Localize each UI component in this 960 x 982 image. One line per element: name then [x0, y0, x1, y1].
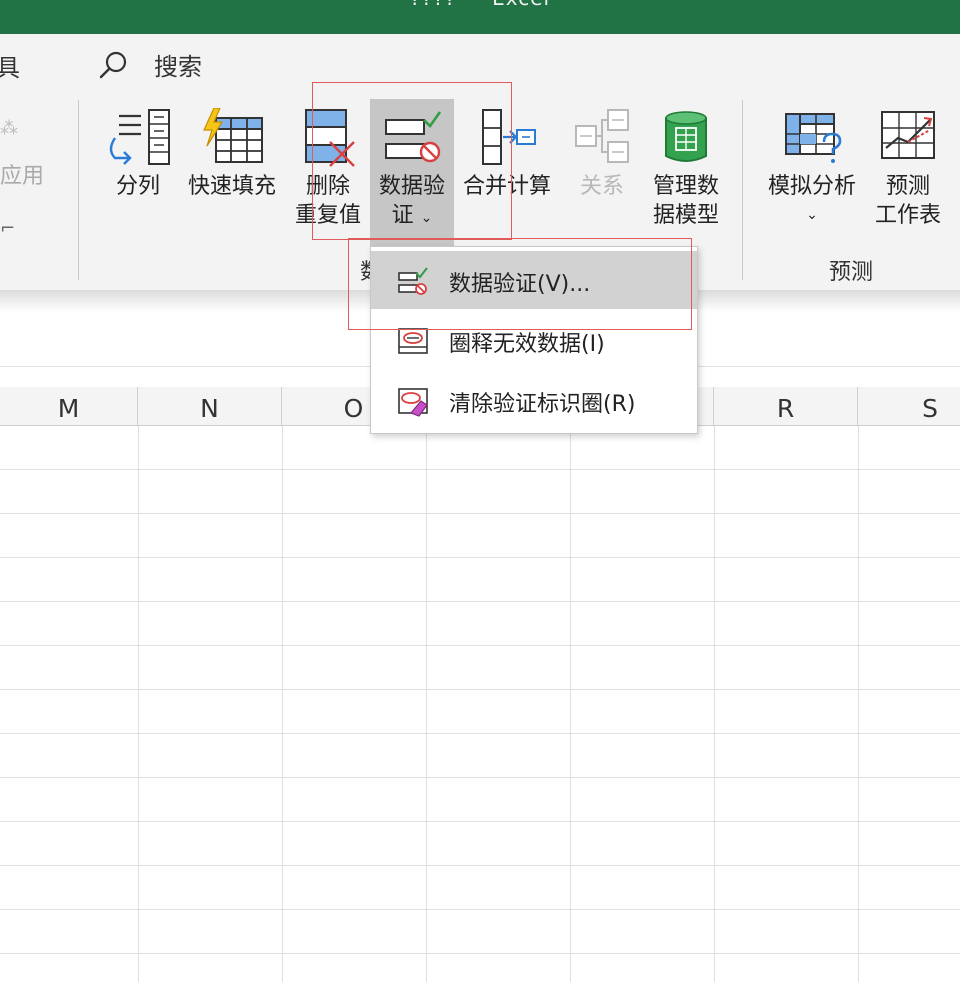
- flash-fill-button[interactable]: 快速填充: [182, 108, 282, 201]
- column-header-m[interactable]: M: [0, 387, 138, 425]
- title-bar: ???? — Excel: [0, 0, 960, 34]
- menu-item-label: 圈释无效数据(I): [449, 332, 605, 357]
- forecast-sheet-label-1: 预测: [885, 174, 930, 199]
- forecast-sheet-button[interactable]: 预测 工作表: [868, 108, 948, 230]
- grid-line: [0, 557, 960, 558]
- grid-line: [0, 953, 960, 954]
- grid-line: [0, 733, 960, 734]
- manage-data-model-label-2: 据模型: [652, 203, 719, 228]
- relationships-label: 关系: [579, 174, 624, 199]
- grid-line: [0, 909, 960, 910]
- reapply-button-partial[interactable]: 应用: [0, 158, 44, 190]
- grid-line: [0, 513, 960, 514]
- partial-icon-2: ⌐: [0, 218, 16, 239]
- remove-duplicates-label-1: 删除: [305, 174, 350, 199]
- consolidate-label: 合并计算: [462, 174, 551, 199]
- what-if-analysis-label: 模拟分析: [767, 174, 856, 199]
- chevron-down-icon: ⌄: [420, 210, 433, 226]
- grid-line: [0, 469, 960, 470]
- grid-line: [714, 426, 715, 982]
- text-to-columns-icon: [109, 109, 170, 165]
- group-separator: [742, 100, 743, 280]
- grid-line: [138, 426, 139, 982]
- relationships-button[interactable]: 关系: [566, 108, 638, 201]
- search-icon[interactable]: [98, 50, 128, 80]
- manage-data-model-button[interactable]: 管理数 据模型: [646, 108, 726, 230]
- menu-item-circle-invalid-data[interactable]: 圈释无效数据(I): [371, 311, 697, 369]
- what-if-analysis-button[interactable]: 模拟分析 ⌄: [760, 108, 864, 230]
- grid-line: [0, 777, 960, 778]
- menu-item-label: 清除验证标识圈(R): [449, 392, 636, 417]
- clear-circles-icon: [398, 388, 428, 417]
- data-model-icon: [665, 111, 707, 162]
- relationships-icon: [575, 109, 629, 163]
- data-validation-button[interactable]: 数据验 证 ⌄: [370, 99, 454, 246]
- menu-item-label: 数据验证(V)...: [449, 272, 591, 297]
- forecast-sheet-label-2: 工作表: [874, 203, 941, 228]
- circle-invalid-icon: [398, 328, 428, 354]
- what-if-analysis-icon: [785, 113, 842, 163]
- flash-fill-label: 快速填充: [187, 174, 276, 199]
- grid-line: [0, 821, 960, 822]
- remove-duplicates-icon: [305, 109, 355, 167]
- cell-grid[interactable]: [0, 426, 960, 982]
- menu-item-data-validation[interactable]: 数据验证(V)...: [371, 251, 697, 309]
- menu-item-clear-validation-circles[interactable]: 清除验证标识圈(R): [371, 371, 697, 429]
- grid-line: [0, 689, 960, 690]
- text-to-columns-label: 分列: [115, 174, 160, 199]
- flash-fill-icon: [203, 108, 263, 163]
- grid-line: [858, 426, 859, 982]
- column-header-r[interactable]: R: [714, 387, 858, 425]
- data-validation-label-1: 数据验: [378, 174, 445, 199]
- grid-line: [282, 426, 283, 982]
- text-to-columns-button[interactable]: 分列: [100, 108, 176, 201]
- forecast-sheet-icon: [881, 111, 935, 159]
- window-title: ???? — Excel: [0, 0, 960, 10]
- column-header-s[interactable]: S: [858, 387, 960, 425]
- data-validation-icon: [385, 111, 442, 163]
- grid-line: [426, 426, 427, 982]
- manage-data-model-label-1: 管理数: [652, 174, 719, 199]
- forecast-group-label: 预测: [829, 260, 874, 285]
- remove-duplicates-button[interactable]: 删除 重复值: [290, 108, 366, 230]
- data-validation-icon: [398, 267, 428, 295]
- remove-duplicates-label-2: 重复值: [294, 203, 361, 228]
- data-validation-label-2: 证: [391, 203, 414, 228]
- grid-line: [0, 601, 960, 602]
- data-validation-dropdown-menu: 数据验证(V)... 圈释无效数据(I) 清除验证标识圈(R): [370, 246, 698, 434]
- group-separator: [78, 100, 79, 280]
- grid-line: [0, 645, 960, 646]
- tools-tab-label[interactable]: 具: [0, 48, 20, 83]
- search-label[interactable]: 搜索: [154, 47, 202, 82]
- column-header-n[interactable]: N: [138, 387, 282, 425]
- grid-line: [0, 865, 960, 866]
- chevron-down-icon: ⌄: [806, 207, 818, 223]
- consolidate-icon: [482, 109, 536, 165]
- consolidate-button[interactable]: 合并计算: [458, 108, 556, 201]
- grid-line: [570, 426, 571, 982]
- data-validation-label-2-wrap: 证 ⌄: [370, 201, 454, 233]
- partial-icon: ⁂: [0, 118, 18, 139]
